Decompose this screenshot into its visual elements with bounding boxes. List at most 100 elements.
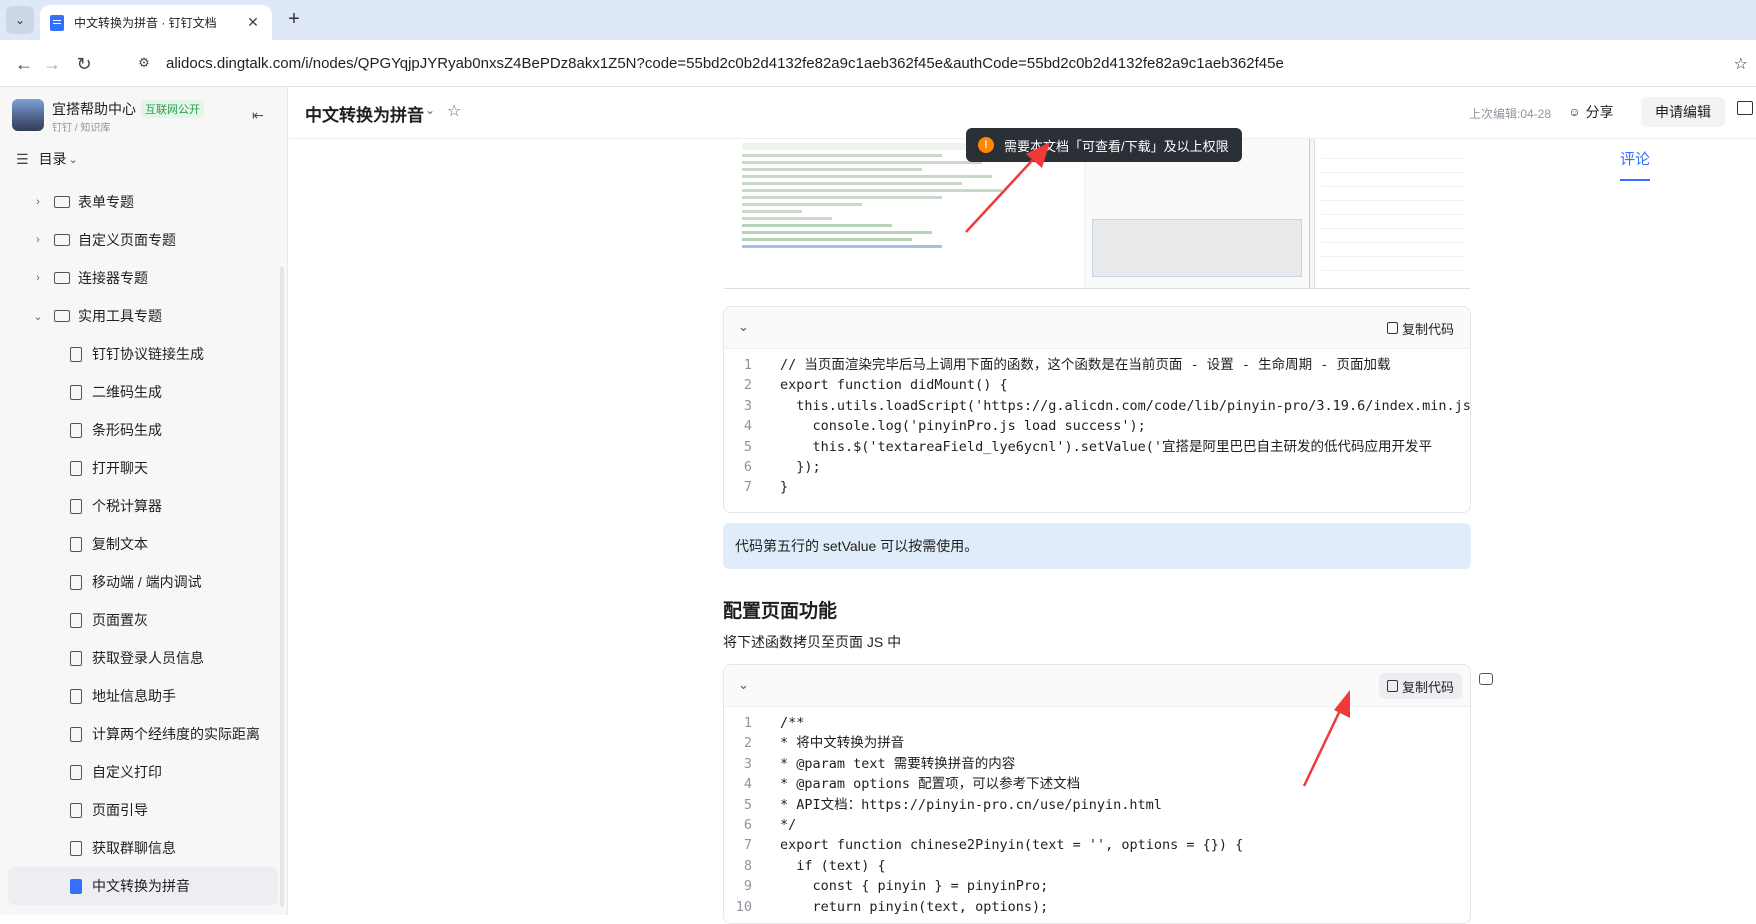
- tree-folder-expanded[interactable]: ⌄ 实用工具专题: [8, 297, 278, 335]
- tree-folder[interactable]: › 连接器专题: [8, 259, 278, 297]
- chevron-right-icon[interactable]: ›: [30, 272, 46, 284]
- code-line: 9 const { pinyin } = pinyinPro;: [724, 876, 1470, 896]
- sidebar-scrollbar[interactable]: [280, 267, 284, 907]
- line-number: 3: [743, 755, 752, 772]
- folder-icon: [54, 196, 70, 208]
- collapse-code-icon[interactable]: ⌄: [738, 319, 749, 335]
- tree-doc[interactable]: 页面置灰: [8, 601, 278, 639]
- tree-doc[interactable]: 自定义打印: [8, 753, 278, 791]
- code-text: if (text) {: [780, 857, 886, 874]
- space-name: 宜搭帮助中心: [52, 101, 136, 117]
- toc-toggle[interactable]: ☰ 目录 ⌄: [16, 147, 78, 171]
- tree-folder-label: 连接器专题: [78, 270, 148, 286]
- doc-icon: [70, 802, 82, 818]
- tree-folder[interactable]: › 自定义页面专题: [8, 221, 278, 259]
- doc-icon: [70, 384, 82, 400]
- code-text: }: [780, 479, 789, 496]
- doc-icon: [70, 726, 82, 742]
- add-comment-icon[interactable]: [1479, 673, 1493, 685]
- space-header[interactable]: 宜搭帮助中心 互联网公开 钉钉 / 知识库: [12, 99, 274, 135]
- code-line: 3 * @param text 需要转换拼音的内容: [724, 754, 1470, 774]
- doc-title[interactable]: 中文转换为拼音: [305, 101, 424, 126]
- back-arrow-icon[interactable]: ←: [12, 52, 36, 76]
- forward-arrow-icon[interactable]: →: [40, 52, 64, 76]
- reload-icon[interactable]: ↻: [72, 52, 96, 76]
- code-line: 8 if (text) {: [724, 856, 1470, 876]
- tree-doc[interactable]: 条形码生成: [8, 411, 278, 449]
- code-line: 6 */: [724, 815, 1470, 835]
- chevron-down-icon[interactable]: ⌄: [30, 310, 46, 323]
- close-tab-icon[interactable]: ✕: [244, 14, 262, 31]
- chevron-down-icon: ⌄: [68, 153, 78, 166]
- tree-folder[interactable]: › 表单专题: [8, 183, 278, 221]
- tab-title: 中文转换为拼音 · 钉钉文档: [74, 16, 217, 30]
- collapse-code-icon[interactable]: ⌄: [738, 677, 749, 693]
- site-settings-icon[interactable]: ⚙: [134, 55, 154, 71]
- chevron-right-icon[interactable]: ›: [30, 196, 46, 208]
- tree-folder-label: 自定义页面专题: [78, 232, 176, 248]
- line-number: 2: [743, 377, 752, 394]
- favorite-star-icon[interactable]: ☆: [447, 101, 461, 121]
- tree-doc-label: 地址信息助手: [92, 688, 176, 704]
- code-text: return pinyin(text, options);: [780, 898, 1049, 915]
- space-logo: [12, 99, 44, 131]
- share-label: 分享: [1585, 104, 1614, 120]
- code-line: 1 /**: [724, 713, 1470, 733]
- comment-tab[interactable]: 评论: [1620, 148, 1651, 181]
- visibility-badge: 互联网公开: [141, 100, 204, 118]
- request-edit-button[interactable]: 申请编辑: [1641, 97, 1725, 127]
- line-number: 2: [743, 735, 752, 752]
- new-tab-button[interactable]: +: [282, 8, 306, 32]
- tree-doc[interactable]: 获取群聊信息: [8, 829, 278, 867]
- tree-doc[interactable]: 个税计算器: [8, 487, 278, 525]
- tree-doc[interactable]: 页面引导: [8, 791, 278, 829]
- line-number: 8: [743, 857, 752, 874]
- doc-favicon-icon: [50, 14, 64, 31]
- tree-doc[interactable]: 地址信息助手: [8, 677, 278, 715]
- tree-doc-label: 复制文本: [92, 536, 148, 552]
- section-heading: 配置页面功能: [723, 601, 838, 622]
- line-number: 6: [743, 816, 752, 833]
- tree-doc[interactable]: 获取登录人员信息: [8, 639, 278, 677]
- tree-doc-label: 打开聊天: [92, 460, 148, 476]
- chevron-down-icon[interactable]: ⌄: [425, 103, 435, 117]
- tree-doc[interactable]: 二维码生成: [8, 373, 278, 411]
- present-icon[interactable]: [1737, 101, 1753, 115]
- info-callout: 代码第五行的 setValue 可以按需使用。: [723, 523, 1471, 569]
- tree-doc[interactable]: 复制文本: [8, 525, 278, 563]
- tree-doc[interactable]: 计算两个经纬度的实际距离: [8, 715, 278, 753]
- chevron-right-icon[interactable]: ›: [30, 234, 46, 246]
- code-line: 3 this.utils.loadScript('https://g.alicd…: [724, 396, 1470, 416]
- bookmark-star-icon[interactable]: ☆: [1734, 54, 1748, 74]
- code-text: * @param text 需要转换拼音的内容: [780, 755, 1016, 772]
- tree-doc-label: 自定义打印: [92, 764, 162, 780]
- tree-doc[interactable]: 移动端 / 端内调试: [8, 563, 278, 601]
- copy-code-button[interactable]: 复制代码: [1379, 315, 1462, 341]
- share-button[interactable]: ☺ 分享: [1559, 97, 1623, 127]
- warning-icon: !: [978, 137, 994, 153]
- tree-folder-label: 表单专题: [78, 194, 134, 210]
- collapse-sidebar-icon[interactable]: ⇤: [252, 107, 264, 124]
- copy-icon: [1386, 680, 1398, 692]
- copy-code-button[interactable]: 复制代码: [1378, 673, 1462, 699]
- tree-doc-label: 计算两个经纬度的实际距离: [92, 726, 260, 742]
- line-number: 1: [743, 357, 752, 373]
- tree-folder-label: 实用工具专题: [78, 308, 162, 324]
- url-text: alidocs.dingtalk.com/i/nodes/QPGYqjpJYRy…: [166, 54, 1284, 72]
- code-line: 6 });: [724, 457, 1470, 477]
- toast-text: 需要本文档「可查看/下载」及以上权限: [1004, 138, 1229, 154]
- tab-search-button[interactable]: ⌄: [6, 6, 34, 34]
- tree-doc[interactable]: 打开聊天: [8, 449, 278, 487]
- doc-icon: [70, 650, 82, 666]
- doc-icon: [70, 764, 82, 780]
- code-block-2: ⌄ 复制代码 1 /** 2 * 将中文转换为拼音 3 * @param text 需…: [723, 664, 1471, 924]
- code-text: console.log('pinyinPro.js load success')…: [780, 418, 1146, 435]
- browser-tab[interactable]: 中文转换为拼音 · 钉钉文档 ✕: [40, 5, 272, 40]
- tree-doc[interactable]: 钉钉协议链接生成: [8, 335, 278, 373]
- tree-doc-active[interactable]: 中文转换为拼音: [8, 867, 278, 905]
- code-line: 10 return pinyin(text, options);: [724, 897, 1470, 917]
- line-number: 4: [743, 776, 752, 793]
- code-line: 4 console.log('pinyinPro.js load success…: [724, 416, 1470, 436]
- address-bar[interactable]: ⚙ alidocs.dingtalk.com/i/nodes/QPGYqjpJY…: [128, 46, 1748, 80]
- browser-toolbar: ← → ↻ ⚙ alidocs.dingtalk.com/i/nodes/QPG…: [0, 40, 1756, 87]
